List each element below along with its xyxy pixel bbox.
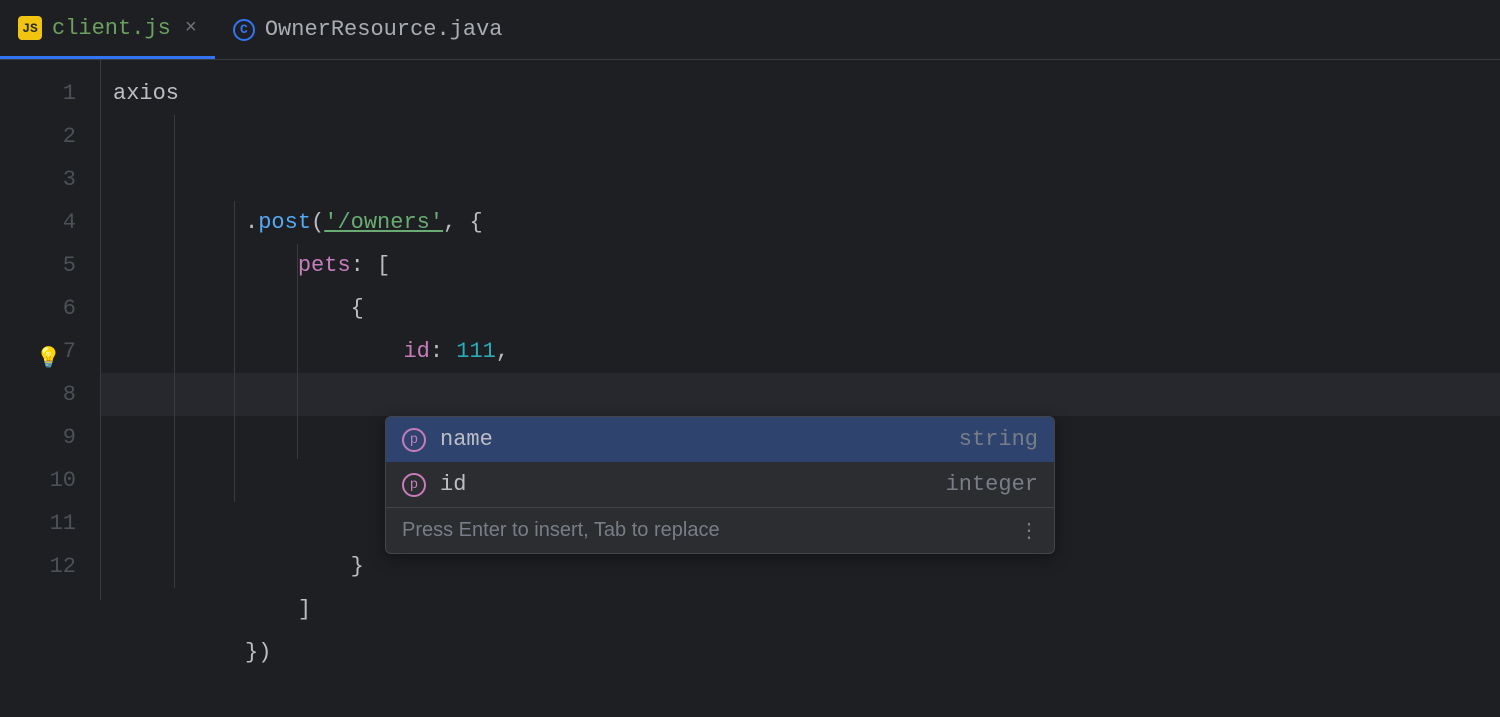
autocomplete-hint: Press Enter to insert, Tab to replace [402,519,720,542]
line-number: 2 [0,115,100,158]
autocomplete-type: integer [946,472,1038,497]
more-icon[interactable]: ⋮ [1019,518,1038,543]
code-line: id: 111, [101,244,1500,287]
line-number: 1 [0,72,100,115]
code-line: pets: [ [101,158,1500,201]
lightbulb-icon[interactable]: 💡 [36,338,61,381]
code-line-current [101,373,1500,416]
line-number: 10 [0,459,100,502]
js-file-icon: JS [18,16,42,40]
close-icon[interactable]: × [185,17,197,40]
line-number: 11 [0,502,100,545]
tab-bar: JS client.js × C OwnerResource.java [0,0,1500,60]
line-number: 12 [0,545,100,588]
autocomplete-footer: Press Enter to insert, Tab to replace ⋮ [386,507,1054,553]
code-line: name: "Kitty", [101,287,1500,330]
code-editor[interactable]: 1 2 3 4 5 6 7 8 9 10 11 12 axios .post('… [0,60,1500,600]
line-number: 4 [0,201,100,244]
gutter: 1 2 3 4 5 6 7 8 9 10 11 12 [0,60,100,600]
code-line: axios [101,72,1500,115]
line-number: 5 [0,244,100,287]
autocomplete-name: id [440,472,466,497]
java-class-icon: C [233,19,255,41]
line-number: 9 [0,416,100,459]
autocomplete-item[interactable]: p id integer [386,462,1054,507]
property-icon: p [402,428,426,452]
line-number: 6 [0,287,100,330]
code-line: 💡 type: { [101,330,1500,373]
autocomplete-type: string [959,427,1038,452]
line-number: 3 [0,158,100,201]
code-line: { [101,201,1500,244]
tab-owner-resource[interactable]: C OwnerResource.java [215,0,521,59]
tab-client-js[interactable]: JS client.js × [0,0,215,59]
autocomplete-name: name [440,427,493,452]
tab-label: client.js [52,16,171,41]
autocomplete-popup: p name string p id integer Press Enter t… [385,416,1055,554]
code-line: .post('/owners', { [101,115,1500,158]
autocomplete-item[interactable]: p name string [386,417,1054,462]
tab-label: OwnerResource.java [265,17,503,42]
property-icon: p [402,473,426,497]
